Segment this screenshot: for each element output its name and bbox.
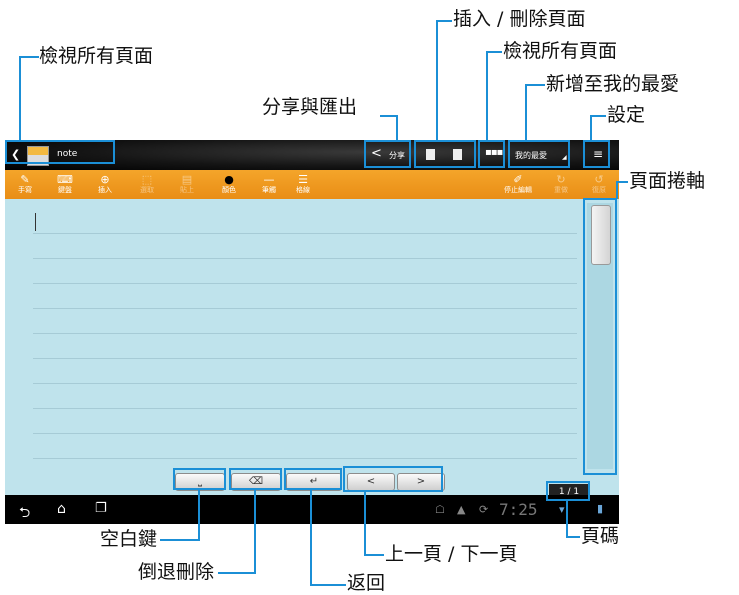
wifi-icon: ▾: [559, 503, 565, 516]
callout-line: [19, 56, 39, 58]
page-rule: [33, 358, 577, 359]
android-back-icon[interactable]: ⮌: [19, 502, 30, 526]
insert-icon: ⊕: [100, 173, 110, 186]
highlight-scrollbar: [583, 198, 617, 475]
callout-share-export: 分享與匯出: [262, 96, 358, 118]
callout-view-all-left: 檢視所有頁面: [39, 45, 154, 67]
callout-view-all-right: 檢視所有頁面: [503, 40, 618, 62]
callout-space-key: 空白鍵: [100, 528, 158, 550]
callout-line: [486, 51, 488, 141]
page-rule: [33, 408, 577, 409]
callout-line: [525, 84, 545, 86]
callout-line: [590, 115, 592, 141]
highlight-settings: [583, 140, 610, 168]
thickness-tool[interactable]: — 筆觸: [255, 173, 283, 197]
callout-line: [19, 56, 21, 142]
text-cursor: [35, 213, 36, 231]
paste-icon: ▤: [181, 173, 193, 186]
callout-line: [254, 490, 256, 574]
callout-line: [566, 536, 580, 538]
pencil-icon: ✐: [513, 173, 523, 186]
page-rule: [33, 258, 577, 259]
select-icon: ⬚: [141, 173, 153, 186]
page-rule: [33, 233, 577, 234]
highlight-backspace: [229, 468, 282, 490]
home-icon[interactable]: ⌂: [57, 501, 66, 517]
highlight-return: [284, 468, 342, 490]
callout-page-scroll: 頁面捲軸: [629, 170, 706, 192]
battery-icon: ▮: [597, 502, 604, 515]
callout-line: [486, 51, 502, 53]
notification-icon: ☖: [435, 503, 445, 516]
callout-line: [616, 181, 618, 199]
undo-icon: ↺: [594, 173, 604, 186]
page-rule: [33, 333, 577, 334]
sync-icon: ⟳: [479, 503, 489, 516]
callout-insert-delete: 插入 / 刪除頁面: [453, 8, 586, 30]
callout-backspace: 倒退刪除: [138, 561, 215, 583]
redo-icon: ↻: [556, 173, 566, 186]
stop-edit-tool[interactable]: ✐ 停止編輯: [501, 173, 535, 197]
callout-settings: 設定: [607, 104, 646, 126]
page-rule: [33, 383, 577, 384]
callout-line: [198, 490, 200, 541]
callout-line: [396, 115, 398, 141]
highlight-insert-delete: [414, 140, 476, 168]
line-icon: —: [263, 173, 275, 186]
color-dot-icon: ●: [224, 173, 234, 186]
callout-line: [218, 572, 256, 574]
page-rule: [33, 433, 577, 434]
page-rule: [33, 308, 577, 309]
color-tool[interactable]: ● 顏色: [215, 173, 243, 197]
callout-add-favorite: 新增至我的最愛: [546, 73, 680, 95]
highlight-favorite: [508, 140, 570, 168]
callout-line: [310, 490, 312, 586]
callout-line: [160, 539, 200, 541]
ruled-tool[interactable]: ☰ 格線: [289, 173, 317, 197]
callout-return: 返回: [347, 572, 386, 594]
handwrite-tool[interactable]: ✎ 手寫: [11, 173, 39, 197]
insert-tool[interactable]: ⊕ 插入: [91, 173, 119, 197]
callout-line: [525, 84, 527, 141]
pen-icon: ✎: [20, 173, 30, 186]
keyboard-tool[interactable]: ⌨ 鍵盤: [51, 173, 79, 197]
callout-line: [364, 554, 384, 556]
note-page[interactable]: [5, 199, 619, 495]
recent-apps-icon[interactable]: ❐: [95, 501, 107, 516]
paste-tool[interactable]: ▤ 貼上: [173, 173, 201, 197]
undo-tool[interactable]: ↺ 復原: [585, 173, 613, 197]
callout-line: [566, 500, 568, 538]
highlight-notebook: [5, 140, 115, 164]
highlight-share: [364, 140, 411, 168]
keyboard-icon: ⌨: [57, 173, 73, 186]
system-nav-bar: ⮌ ⌂ ❐ ☖ ▲ ⟳ 7:25 ▾ ▮: [5, 495, 619, 524]
highlight-space: [173, 468, 226, 490]
tool-bar: ✎ 手寫 ⌨ 鍵盤 ⊕ 插入 ⬚ 選取 ▤ 貼上 ● 顏色 — 筆觸 ☰ 格線 ✐ 停止編輯 ↻ 重…: [5, 170, 619, 199]
callout-line: [436, 20, 438, 141]
callout-line: [436, 20, 452, 22]
redo-tool[interactable]: ↻ 重做: [547, 173, 575, 197]
callout-prev-next: 上一頁 / 下一頁: [385, 543, 518, 565]
page-rule: [33, 458, 577, 459]
callout-line: [590, 115, 606, 117]
select-tool[interactable]: ⬚ 選取: [133, 173, 161, 197]
highlight-page-number: [546, 481, 590, 501]
tablet-screen: ❮ note < 分享 ▪▪▪ 我的最愛 ◢ ≡ ✎ 手寫 ⌨ 鍵盤 ⊕ 插入 ⬚ 選取…: [5, 140, 619, 524]
page-rule: [33, 283, 577, 284]
callout-page-number: 頁碼: [581, 525, 620, 547]
callout-line: [310, 584, 346, 586]
ruled-icon: ☰: [298, 173, 308, 186]
warning-icon: ▲: [457, 503, 466, 516]
callout-line: [364, 492, 366, 556]
highlight-prev-next: [343, 466, 443, 492]
clock: 7:25: [499, 500, 538, 519]
highlight-grid: [478, 140, 505, 168]
